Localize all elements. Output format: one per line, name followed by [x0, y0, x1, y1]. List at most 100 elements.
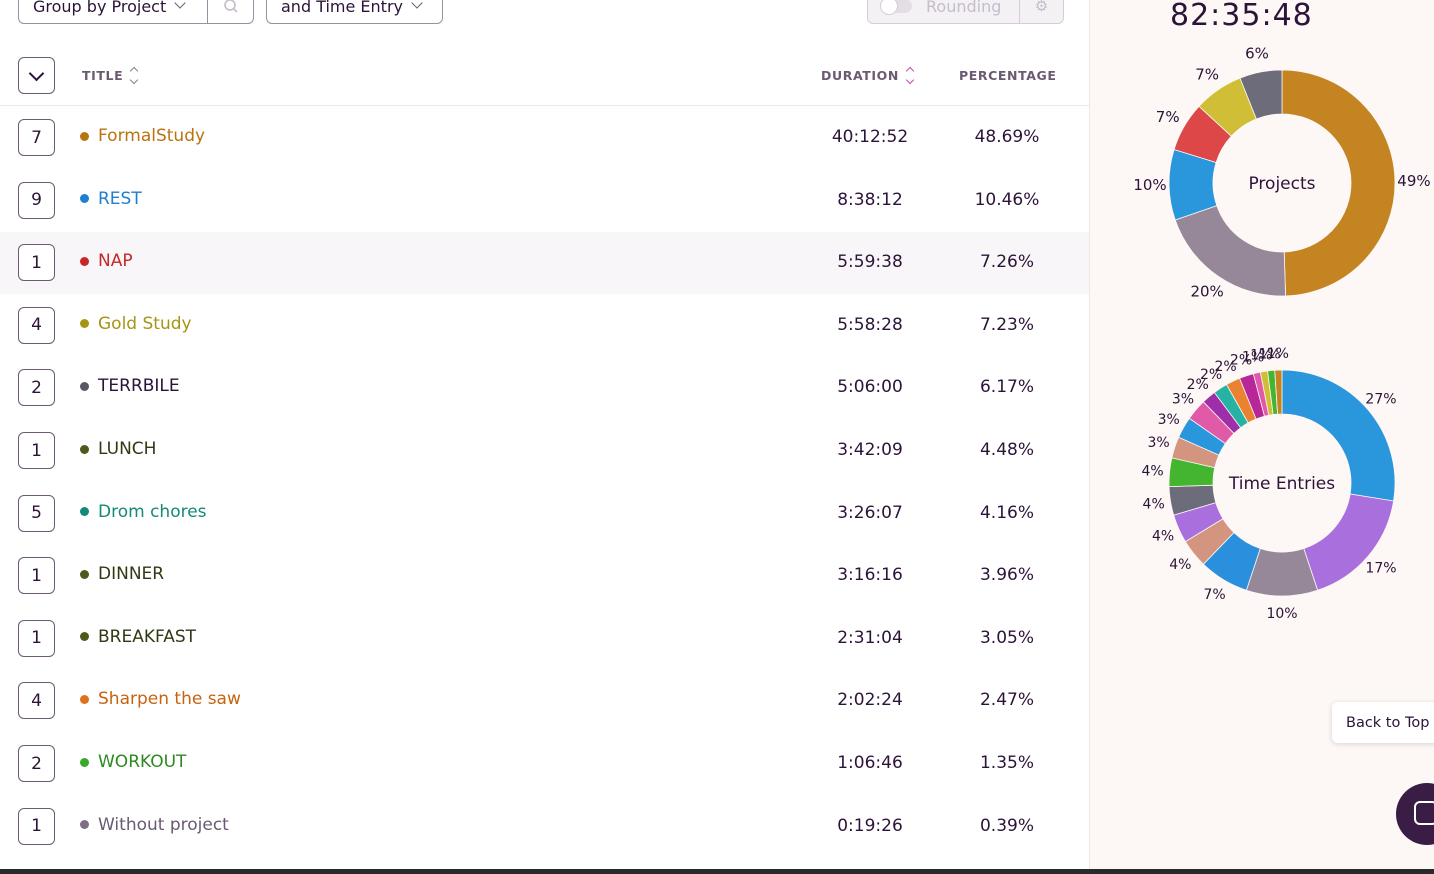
chevron-down-icon [174, 0, 186, 9]
entry-count-button[interactable]: 1 [18, 432, 55, 469]
duration-value: 5:59:38 [837, 252, 903, 273]
table-row[interactable]: 1 DINNER 3:16:16 3.96% [0, 545, 1089, 607]
entry-count-button[interactable]: 1 [18, 557, 55, 595]
project-color-dot [80, 507, 89, 517]
project-color-dot [80, 444, 89, 454]
table-row[interactable]: 9 REST 8:38:12 10.46% [0, 170, 1089, 232]
duration-value: 40:12:52 [831, 127, 909, 147]
entry-count-button[interactable]: 9 [18, 181, 55, 219]
entry-count-button[interactable]: 1 [18, 244, 55, 282]
project-name: Sharpen the saw [98, 689, 241, 710]
project-name: DINNER [98, 564, 165, 585]
duration-value: 3:16:16 [837, 565, 903, 586]
slice-label: 4% [1169, 557, 1191, 573]
entry-count-button[interactable]: 7 [18, 119, 55, 156]
entry-count-button[interactable]: 5 [18, 494, 55, 532]
chevron-down-icon [411, 0, 423, 9]
project-name: Drom chores [98, 501, 207, 522]
project-color-dot [80, 256, 89, 266]
sort-icon [905, 66, 915, 85]
project-color-dot [80, 319, 89, 329]
expand-all-button[interactable] [18, 57, 55, 94]
duration-value: 3:42:09 [837, 440, 903, 460]
project-name: WORKOUT [98, 752, 187, 772]
table-row[interactable]: 1 Without project 0:19:26 0.39% [0, 796, 1089, 858]
entry-count-button[interactable]: 1 [18, 807, 55, 845]
project-color-dot [80, 632, 89, 642]
percentage-value: 7.23% [979, 314, 1034, 335]
column-header-duration-label: DURATION [821, 68, 899, 83]
project-name: LUNCH [98, 439, 157, 459]
slice-label: 7% [1203, 587, 1225, 603]
project-label: LUNCH [80, 439, 156, 459]
project-label: WORKOUT [80, 752, 186, 772]
table-row[interactable]: 1 NAP 5:59:38 7.26% [0, 232, 1089, 295]
percentage-value: 4.16% [979, 502, 1034, 523]
column-header-percentage[interactable]: PERCENTAGE [959, 68, 1057, 83]
project-label: Gold Study [80, 314, 192, 334]
table-row[interactable]: 4 Sharpen the saw 2:02:24 2.47% [0, 670, 1089, 732]
project-label: Sharpen the saw [80, 689, 241, 709]
group-by-label: Group by Project [19, 0, 207, 16]
slice-label: 4% [1143, 497, 1165, 513]
slice-label: 17% [1365, 560, 1396, 576]
entry-count-button[interactable]: 2 [18, 369, 55, 407]
percentage-value: 48.69% [974, 127, 1040, 147]
bottom-scrollbar [0, 869, 1434, 874]
project-label: BREAKFAST [80, 627, 196, 647]
table-row[interactable]: 7 FormalStudy 40:12:52 48.69% [0, 107, 1089, 169]
table-header: TITLE DURATION PERCENTAGE [0, 50, 1089, 106]
project-label: Drom chores [80, 502, 207, 522]
project-name: BREAKFAST [98, 626, 197, 647]
project-color-dot [80, 757, 89, 767]
project-name: Without project [98, 814, 229, 835]
column-header-title[interactable]: TITLE [82, 66, 139, 85]
percentage-value: 10.46% [974, 189, 1040, 210]
report-table-panel: Group by Project and Time Entry Rounding… [0, 0, 1089, 869]
duration-value: 1:06:46 [837, 753, 903, 773]
table-row[interactable]: 1 LUNCH 3:42:09 4.48% [0, 420, 1089, 482]
project-label: Without project [80, 815, 229, 835]
percentage-value: 3.05% [979, 627, 1034, 648]
rounding-toggle[interactable] [880, 0, 912, 15]
table-row[interactable]: 1 BREAKFAST 2:31:04 3.05% [0, 608, 1089, 670]
entry-count-button[interactable]: 1 [18, 619, 55, 657]
column-header-percentage-label: PERCENTAGE [959, 68, 1057, 83]
project-color-dot [80, 131, 89, 141]
project-color-dot [80, 381, 89, 391]
rounding-control[interactable]: Rounding ⚙ [867, 0, 1064, 24]
duration-value: 5:06:00 [837, 377, 903, 398]
project-name: TERRBILE [98, 376, 180, 397]
table-row[interactable]: 2 WORKOUT 1:06:46 1.35% [0, 733, 1089, 795]
duration-value: 0:19:26 [837, 815, 903, 836]
column-header-duration[interactable]: DURATION [821, 66, 915, 85]
percentage-value: 7.26% [979, 252, 1034, 273]
slice-label: 7% [1195, 65, 1219, 83]
percentage-value: 1.35% [979, 753, 1034, 773]
slice-label: 1% [1267, 346, 1289, 362]
sub-group-label: and Time Entry [281, 0, 403, 16]
chart-title: Projects [1248, 174, 1315, 194]
group-by-dropdown[interactable]: Group by Project [18, 0, 254, 24]
project-label: TERRBILE [80, 376, 180, 396]
summary-sidebar: 82:35:48 49% 20% 10% 7% 7% 6% Projects 27% 17% 10… [1089, 0, 1434, 869]
gear-icon[interactable]: ⚙ [1019, 0, 1063, 23]
project-color-dot [80, 194, 89, 204]
slice-label: 10% [1133, 176, 1166, 194]
slice-label: 4% [1152, 529, 1174, 545]
entry-count-button[interactable]: 4 [18, 682, 55, 720]
search-icon[interactable] [207, 0, 253, 23]
slice-label: 49% [1397, 172, 1430, 190]
percentage-value: 6.17% [979, 377, 1034, 398]
project-name: REST [98, 188, 142, 209]
table-row[interactable]: 5 Drom chores 3:26:07 4.16% [0, 483, 1089, 545]
entry-count-button[interactable]: 2 [18, 745, 55, 782]
back-to-top-button[interactable]: Back to Top [1332, 702, 1434, 743]
sub-group-dropdown[interactable]: and Time Entry [266, 0, 443, 24]
table-row[interactable]: 4 Gold Study 5:58:28 7.23% [0, 295, 1089, 357]
table-row[interactable]: 2 TERRBILE 5:06:00 6.17% [0, 357, 1089, 419]
project-name: Gold Study [98, 313, 192, 334]
sort-icon [129, 66, 139, 85]
percentage-value: 4.48% [979, 440, 1034, 460]
entry-count-button[interactable]: 4 [18, 306, 55, 344]
